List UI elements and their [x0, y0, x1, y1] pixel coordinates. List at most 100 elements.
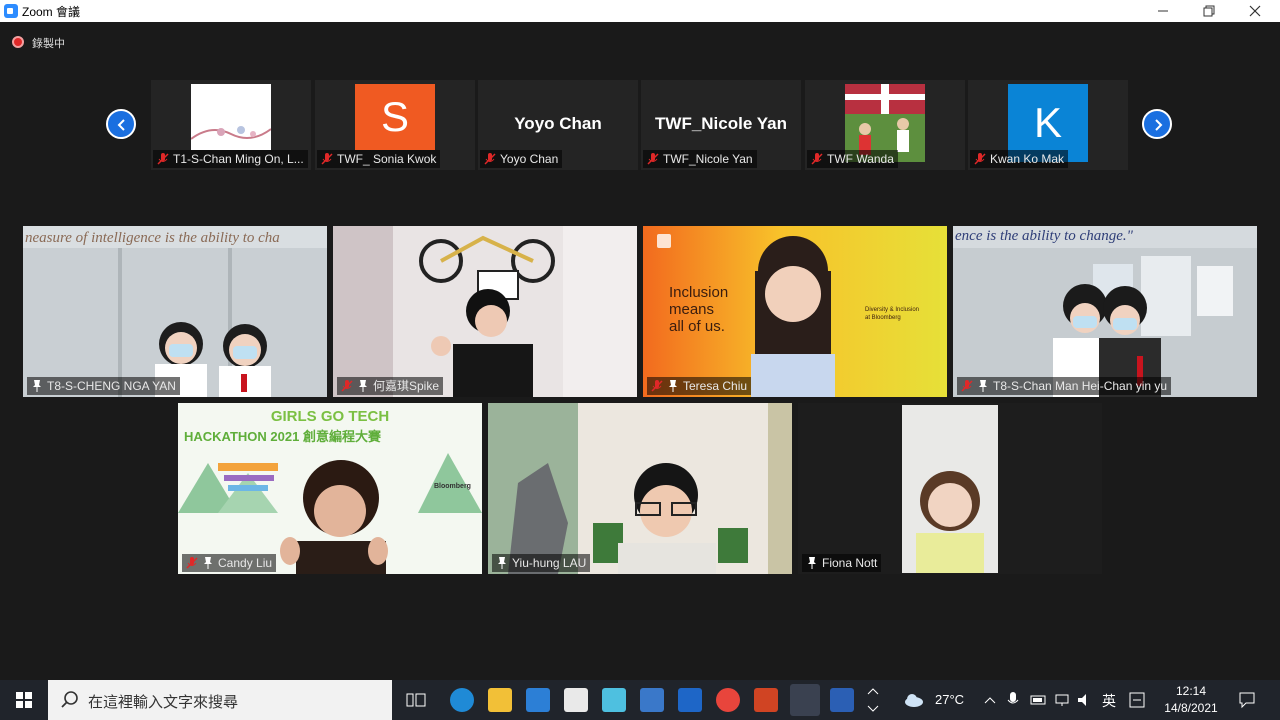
clock-date: 14/8/2021 [1164, 701, 1218, 715]
participant-caption: Kwan Ko Mak [970, 150, 1069, 168]
windows-taskbar: 在這裡輸入文字來搜尋 27°C 英 12:14 14/8/2021 [0, 680, 1280, 720]
chevron-left-icon [117, 119, 125, 131]
participant-name: T1-S-Chan Ming On, L... [173, 152, 304, 166]
strip-tile[interactable]: Yoyo Chan Yoyo Chan [478, 80, 638, 170]
recording-label: 錄製中 [32, 38, 65, 50]
pin-icon [204, 557, 212, 569]
background-brand: Bloomberg [434, 483, 471, 490]
taskbar-clock[interactable]: 12:14 14/8/2021 [1160, 683, 1222, 717]
app-icon[interactable] [602, 688, 626, 712]
remote-icon[interactable] [640, 688, 664, 712]
participant-name: Fiona Nott [822, 556, 878, 570]
strip-tile[interactable]: S TWF_ Sonia Kwok [315, 80, 475, 170]
restore-button[interactable] [1186, 0, 1232, 22]
mic-muted-icon [961, 380, 973, 392]
participant-caption: T8-S-CHENG NGA YAN [27, 377, 180, 395]
pin-icon [498, 557, 506, 569]
participant-caption: Candy Liu [182, 554, 277, 572]
mic-muted-icon [341, 380, 353, 392]
mic-muted-icon [484, 153, 496, 165]
video-tile[interactable]: ence is the ability to change." T8-S-Cha… [953, 226, 1257, 397]
strip-tile[interactable]: T1-S-Chan Ming On, L... [151, 80, 311, 170]
weather-icon[interactable] [903, 692, 925, 708]
minimize-icon [1158, 10, 1168, 12]
task-view-icon[interactable] [404, 688, 428, 712]
battery-icon[interactable] [1030, 693, 1048, 707]
strip-tile[interactable]: TWF Wanda [805, 80, 965, 170]
window-titlebar: Zoom 會議 [0, 0, 1280, 22]
restore-icon [1203, 5, 1215, 17]
ime-language[interactable]: 英 [1102, 691, 1116, 711]
start-button[interactable] [0, 680, 48, 720]
participant-video [798, 403, 1102, 574]
participant-name: 何嘉琪Spike [373, 379, 440, 393]
poster-text: Inclusion means all of us. [669, 284, 729, 335]
store-icon[interactable] [564, 688, 588, 712]
classroom-banner: neasure of intelligence is the ability t… [25, 230, 280, 246]
mic-muted-icon [321, 153, 333, 165]
participant-name: Kwan Ko Mak [990, 152, 1065, 166]
chrome-icon[interactable] [716, 688, 740, 712]
word-icon[interactable] [830, 688, 854, 712]
weather-temp[interactable]: 27°C [935, 692, 964, 707]
file-explorer-icon[interactable] [488, 688, 512, 712]
close-button[interactable] [1232, 0, 1278, 22]
pin-icon [33, 380, 41, 392]
taskbar-search[interactable]: 在這裡輸入文字來搜尋 [48, 680, 392, 720]
network-icon[interactable] [1054, 692, 1072, 708]
video-tile[interactable]: Fiona Nott [798, 403, 1102, 574]
participant-name: TWF Wanda [827, 152, 894, 166]
pin-icon [979, 380, 987, 392]
strip-next-button[interactable] [1142, 109, 1172, 139]
participant-name: TWF_Nicole Yan [663, 152, 753, 166]
window-title: Zoom 會議 [22, 5, 81, 19]
mic-muted-icon [647, 153, 659, 165]
classroom-banner: ence is the ability to change." [955, 228, 1133, 244]
participant-name: Teresa Chiu [683, 379, 748, 393]
mail-icon[interactable] [526, 688, 550, 712]
volume-icon[interactable] [1076, 692, 1094, 708]
participant-video [488, 403, 792, 574]
microphone-icon[interactable] [1006, 691, 1020, 709]
participant-video [23, 226, 327, 397]
video-tile[interactable]: neasure of intelligence is the ability t… [23, 226, 327, 397]
participant-video [333, 226, 637, 397]
chevron-right-icon [1155, 119, 1163, 131]
powerpoint-icon[interactable] [754, 688, 778, 712]
strip-tile[interactable]: K Kwan Ko Mak [968, 80, 1128, 170]
pin-icon [359, 380, 367, 392]
participant-video [190, 84, 272, 150]
notifications-icon[interactable] [1238, 691, 1256, 709]
mic-muted-icon [651, 380, 663, 392]
video-tile[interactable]: 何嘉琪Spike [333, 226, 637, 397]
chevron-up-icon[interactable] [983, 693, 997, 707]
video-tile[interactable]: GIRLS GO TECH HACKATHON 2021 創意編程大賽 Bloo… [178, 403, 482, 574]
participant-display-name: TWF_Nicole Yan [655, 114, 787, 133]
ime-mode-icon[interactable] [1128, 691, 1146, 709]
media-icon[interactable] [678, 688, 702, 712]
minimize-button[interactable] [1140, 0, 1186, 22]
search-icon [61, 691, 78, 708]
background-subtitle: HACKATHON 2021 創意編程大賽 [184, 429, 381, 444]
overflow-chevron-icon[interactable] [864, 682, 882, 718]
participant-name: Yoyo Chan [500, 152, 559, 166]
zoom-taskbar-icon[interactable] [790, 684, 820, 716]
participant-caption: TWF_ Sonia Kwok [317, 150, 441, 168]
participant-caption: Fiona Nott [802, 554, 882, 572]
participant-caption: TWF Wanda [807, 150, 898, 168]
mic-muted-icon [974, 153, 986, 165]
participant-name: Candy Liu [218, 556, 273, 570]
strip-prev-button[interactable] [106, 109, 136, 139]
poster-caption: Diversity & Inclusion at Bloomberg [865, 307, 920, 321]
participant-avatar: S [355, 84, 435, 150]
participant-name: Yiu-hung LAU [512, 556, 587, 570]
participant-caption: Teresa Chiu [647, 377, 752, 395]
edge-icon[interactable] [450, 688, 474, 712]
strip-tile[interactable]: TWF_Nicole Yan TWF_Nicole Yan [641, 80, 801, 170]
participant-video [953, 226, 1257, 397]
video-tile[interactable]: Inclusion means all of us. Diversity & I… [643, 226, 947, 397]
mic-muted-icon [811, 153, 823, 165]
windows-icon [16, 692, 32, 708]
participant-name: T8-S-CHENG NGA YAN [47, 379, 176, 393]
video-tile[interactable]: Yiu-hung LAU [488, 403, 792, 574]
